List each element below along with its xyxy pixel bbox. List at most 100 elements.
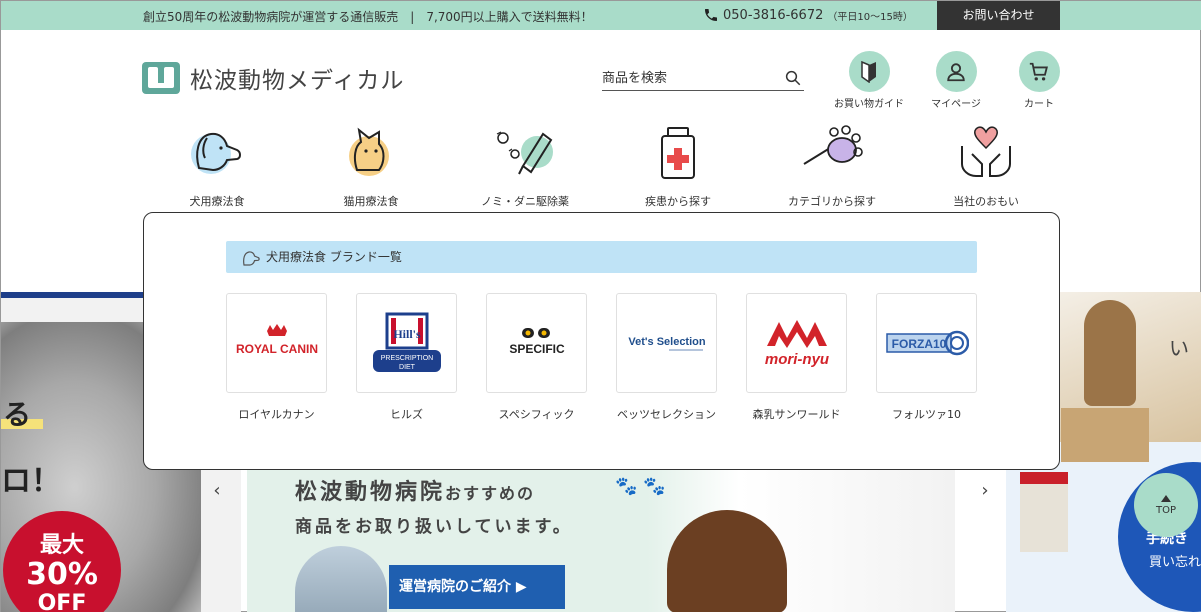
dog-icon — [191, 132, 241, 174]
search-input[interactable] — [602, 67, 772, 90]
search-icon[interactable] — [784, 69, 802, 87]
brand-specific[interactable]: SPECIFIC スペシフィック — [486, 293, 587, 422]
shopping-guide-link[interactable]: お買い物ガイド — [824, 51, 914, 110]
royal-canin-logo: ROYAL CANIN — [235, 324, 318, 356]
phone-hours: （平日10〜15時） — [827, 11, 913, 23]
brand-name: ロイヤルカナン — [238, 408, 315, 421]
vets-selection-logo: Vet's Selection — [628, 336, 705, 351]
brand-tile: Hill's PRESCRIPTION DIET — [356, 293, 457, 393]
dog-outline-icon — [243, 251, 260, 266]
search-box — [602, 67, 804, 91]
top-announcement-bar: 創立50周年の松波動物病院が運営する通信販売 | 7,700円以上購入で送料無料… — [1, 1, 1201, 30]
category-by-category-label: カテゴリから探す — [788, 195, 876, 208]
hospital-building-photo — [295, 546, 387, 612]
brand-hills[interactable]: Hill's PRESCRIPTION DIET ヒルズ — [356, 293, 457, 422]
forza10-logo: FORZA10 — [885, 330, 969, 356]
heart-hands-icon — [961, 126, 1011, 177]
category-by-disease[interactable]: 疾患から探す — [618, 124, 738, 209]
hospital-intro-button[interactable]: 運営病院のご紹介 ▶ — [389, 565, 565, 609]
category-flea-tick-label: ノミ・ダニ駆除薬 — [481, 195, 569, 208]
brand-tile: FORZA10 — [876, 293, 977, 393]
category-dog-diet-label: 犬用療法食 — [189, 195, 245, 208]
shopping-guide-label: お買い物ガイド — [834, 99, 904, 110]
right-banner-text-i: い — [1169, 336, 1189, 360]
flea-tick-icon — [496, 131, 553, 175]
carousel-prev-button[interactable]: ‹ — [207, 481, 227, 501]
cat-icon — [349, 127, 389, 176]
brand-name: ヒルズ — [390, 408, 423, 421]
back-to-top-button[interactable]: TOP — [1134, 473, 1198, 537]
phone-contact: 050-3816-6672 （平日10〜15時） — [703, 7, 913, 23]
brand-vets-selection[interactable]: Vet's Selection ベッツセレクション — [616, 293, 717, 422]
logo-mark-icon — [142, 62, 180, 94]
brand-mori-nyu[interactable]: mori-nyu 森乳サンワールド — [746, 293, 847, 422]
left-banner-text-b: ロ！ — [1, 464, 61, 499]
brand-dropdown-menu: 犬用療法食 ブランド一覧 ROYAL CANIN ロイヤルカナン Hill's … — [143, 212, 1060, 470]
mori-nyu-logo: mori-nyu — [764, 320, 829, 368]
paw-prints-icon: 🐾 🐾 — [615, 476, 666, 497]
cart-link[interactable]: カート — [994, 51, 1084, 110]
category-cat-diet[interactable]: 猫用療法食 — [311, 124, 431, 209]
dropdown-heading-text: 犬用療法食 ブランド一覧 — [266, 250, 402, 264]
logo-text: 松波動物メディカル — [190, 68, 405, 94]
brand-tile: mori-nyu — [746, 293, 847, 393]
category-our-philosophy[interactable]: 当社のおもい — [926, 124, 1046, 209]
brand-logo-sub1: PRESCRIPTION — [380, 355, 433, 362]
brand-logo-sub2: DIET — [399, 364, 416, 371]
cart-icon — [1018, 51, 1060, 92]
brand-name: スペシフィック — [498, 408, 575, 421]
sale-badge-percent: 30% — [26, 557, 98, 592]
left-banner-text-a: る — [3, 398, 32, 431]
user-icon — [935, 51, 977, 92]
brand-tile: SPECIFIC — [486, 293, 587, 393]
brand-logo-text: mori-nyu — [764, 351, 828, 368]
site-logo[interactable]: 松波動物メディカル — [142, 61, 404, 95]
brand-logo-text: SPECIFIC — [509, 342, 565, 356]
brand-name: 森乳サンワールド — [752, 408, 841, 421]
brand-forza10[interactable]: FORZA10 フォルツァ10 — [876, 293, 977, 422]
brand-logo-text: ROYAL CANIN — [235, 342, 317, 356]
announcement-text: 創立50周年の松波動物病院が運営する通信販売 | 7,700円以上購入で送料無料… — [143, 10, 593, 24]
brand-logo-text: Vet's Selection — [628, 336, 705, 348]
main-banner[interactable]: 🐾 🐾 松波動物病院おすすめの 商品をお取り扱いしています。 運営病院のご紹介 … — [247, 470, 955, 612]
cart-label: カート — [1024, 99, 1054, 110]
contact-button[interactable]: お問い合わせ — [937, 1, 1060, 30]
category-cat-diet-label: 猫用療法食 — [343, 195, 399, 208]
main-banner-title: 松波動物病院おすすめの — [295, 474, 535, 506]
cardboard-box — [1061, 408, 1149, 462]
hills-logo: Hill's PRESCRIPTION DIET — [372, 312, 441, 372]
brand-name: ベッツセレクション — [617, 408, 716, 421]
phone-number: 050-3816-6672 — [723, 7, 824, 23]
sale-badge-text-a: 最大 — [39, 533, 84, 558]
category-by-disease-label: 疾患から探す — [645, 195, 711, 208]
sale-badge-off: OFF — [37, 591, 87, 612]
brand-logo-text: FORZA10 — [891, 337, 946, 351]
terrier-photo — [1084, 300, 1136, 406]
category-dog-diet[interactable]: 犬用療法食 — [157, 124, 277, 209]
mypage-label: マイページ — [931, 99, 981, 110]
phone-icon — [705, 9, 717, 21]
food-bag-photo — [1020, 472, 1068, 552]
category-our-philosophy-label: 当社のおもい — [953, 195, 1019, 208]
specific-logo: SPECIFIC — [509, 328, 565, 356]
medicine-bottle-icon — [661, 127, 695, 179]
right-banner-text-k2: 買い忘れ — [1149, 555, 1201, 570]
brand-logo-text: Hill's — [393, 327, 421, 341]
carousel-next-button[interactable]: › — [975, 481, 995, 501]
main-banner-title-main: 松波動物病院 — [295, 480, 446, 505]
beginner-leaf-icon — [848, 51, 890, 92]
mypage-link[interactable]: マイページ — [911, 51, 1001, 110]
up-arrow-icon — [1161, 495, 1171, 502]
paw-icon — [803, 125, 863, 165]
main-banner-title-small: おすすめの — [445, 484, 536, 503]
category-flea-tick[interactable]: ノミ・ダニ駆除薬 — [465, 124, 585, 209]
category-by-category[interactable]: カテゴリから探す — [772, 124, 892, 209]
back-to-top-label: TOP — [1155, 505, 1176, 516]
brand-tile: ROYAL CANIN — [226, 293, 327, 393]
dropdown-heading: 犬用療法食 ブランド一覧 — [226, 241, 977, 273]
brand-name: フォルツァ10 — [892, 408, 961, 421]
sale-badge: 最大 30% OFF — [3, 511, 121, 612]
brand-royal-canin[interactable]: ROYAL CANIN ロイヤルカナン — [226, 293, 327, 422]
brand-tile: Vet's Selection — [616, 293, 717, 393]
main-banner-subtitle: 商品をお取り扱いしています。 — [295, 517, 573, 537]
